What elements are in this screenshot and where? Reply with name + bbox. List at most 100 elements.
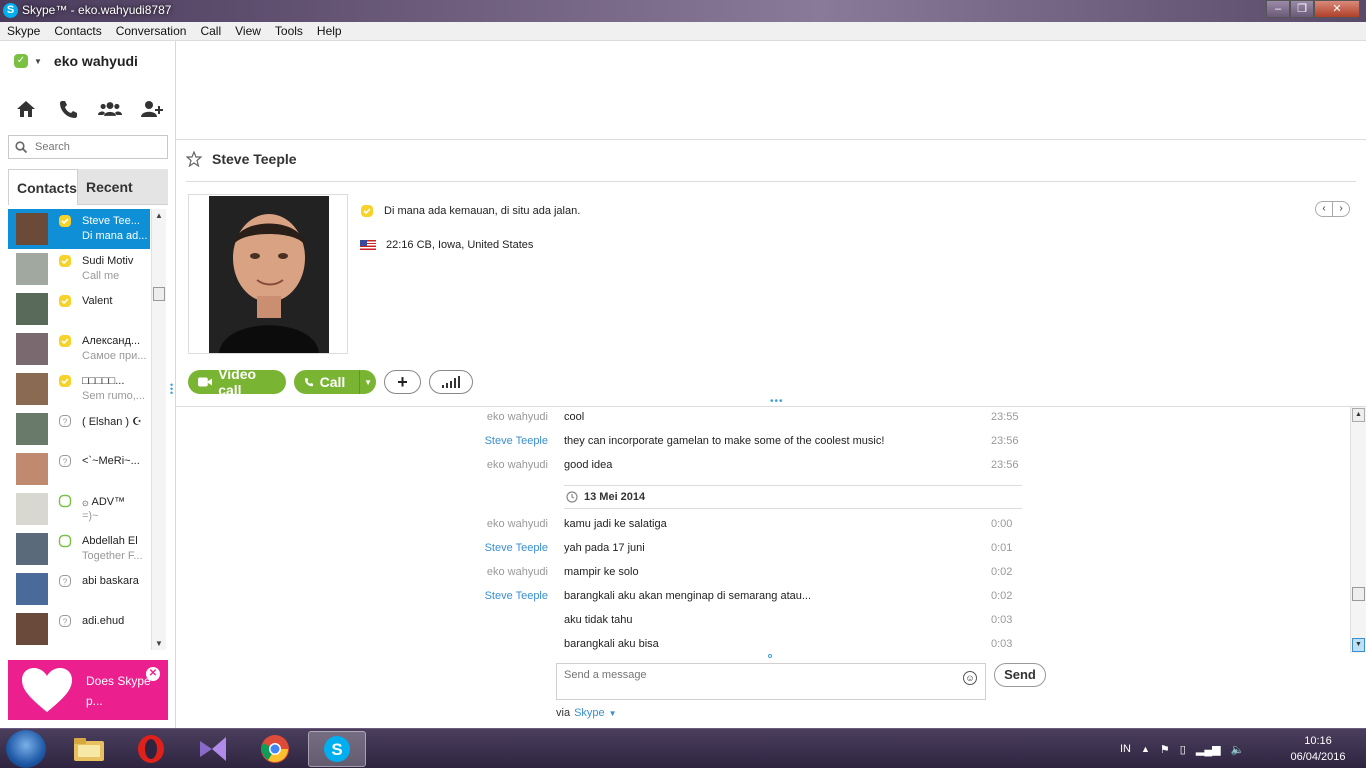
group-icon[interactable] <box>98 97 122 121</box>
search-box[interactable] <box>8 135 168 159</box>
contact-mood: Sem rumo,... <box>82 390 145 402</box>
compose-resize-handle[interactable] <box>768 654 772 658</box>
message-author[interactable]: Steve Teeple <box>485 590 548 602</box>
contact-mood-message: Di mana ada kemauan, di situ ada jalan. <box>384 205 581 217</box>
search-input[interactable] <box>35 139 163 155</box>
contact-list-item[interactable]: Abdellah El Together F... <box>8 529 150 569</box>
contact-list-item[interactable]: Valent <box>8 289 150 329</box>
contact-list-item[interactable]: Steve Tee... Di mana ad... <box>8 209 150 249</box>
chevron-down-icon[interactable]: ▼ <box>609 707 617 721</box>
tab-recent[interactable]: Recent <box>78 169 168 205</box>
add-to-conversation-button[interactable]: + <box>384 370 421 394</box>
contact-name: Sudi Motiv <box>82 255 134 267</box>
scroll-up-arrow-icon[interactable]: ▲ <box>1352 408 1365 422</box>
menu-call[interactable]: Call <box>193 22 228 40</box>
menu-skype[interactable]: Skype <box>0 22 47 40</box>
contact-name: Valent <box>82 295 113 307</box>
message-time: 0:02 <box>991 590 1013 602</box>
avatar <box>16 573 48 605</box>
contact-list-item[interactable]: Sudi Motiv Call me <box>8 249 150 289</box>
contact-list-item[interactable]: ? ( Elshan ) ☪ <box>8 409 150 449</box>
contact-mood: =)~ <box>82 510 99 522</box>
menu-contacts[interactable]: Contacts <box>47 22 108 40</box>
chat-scrollbar[interactable]: ▲ ▼ <box>1350 407 1366 653</box>
avatar <box>16 213 48 245</box>
minimize-button[interactable]: – <box>1266 0 1290 18</box>
menu-help[interactable]: Help <box>310 22 349 40</box>
show-hidden-icons-icon[interactable]: ▲ <box>1141 744 1150 754</box>
emoticon-icon[interactable]: ☺ <box>963 671 977 685</box>
divider <box>186 181 1356 182</box>
window-titlebar: S Skype™ - eko.wahyudi8787 – ❐ ✕ <box>0 0 1366 22</box>
contact-list-scrollbar[interactable]: ▲ ▼ <box>151 209 166 650</box>
message-input[interactable] <box>564 669 954 695</box>
language-indicator[interactable]: IN <box>1120 743 1131 755</box>
contact-list-item[interactable]: ۞ ADV™ =)~ <box>8 489 150 529</box>
chevron-down-icon[interactable]: ▼ <box>359 370 376 394</box>
add-contact-icon[interactable] <box>140 97 164 121</box>
tab-contacts[interactable]: Contacts <box>8 169 78 205</box>
scroll-down-arrow-icon[interactable]: ▼ <box>155 639 163 648</box>
profile-status-menu[interactable]: ✓ ▼ eko wahyudi <box>14 53 138 69</box>
message-time: 0:03 <box>991 638 1013 650</box>
chat-message: aku tidak tahu 0:03 <box>176 610 1350 634</box>
skype-taskbar-icon[interactable]: S <box>308 731 366 767</box>
top-banner-area <box>176 41 1366 140</box>
video-call-button[interactable]: Video call <box>188 366 286 398</box>
next-arrow-icon[interactable]: › <box>1333 202 1349 216</box>
scrollbar-thumb[interactable] <box>1352 587 1365 601</box>
power-icon[interactable]: ▯ <box>1180 743 1186 756</box>
favorite-star-icon[interactable] <box>186 151 202 167</box>
action-center-icon[interactable]: ⚑ <box>1160 743 1170 756</box>
message-author[interactable]: Steve Teeple <box>485 542 548 554</box>
message-text: barangkali aku akan menginap di semarang… <box>564 590 812 602</box>
contact-list-item[interactable]: ? <`~MeRi~... <box>8 449 150 489</box>
offline-status-icon: ? <box>59 415 71 427</box>
phone-icon[interactable] <box>56 97 80 121</box>
message-author[interactable]: Steve Teeple <box>485 435 548 447</box>
close-button[interactable]: ✕ <box>1314 0 1360 18</box>
message-text: yah pada 17 juni <box>564 542 645 554</box>
promo-banner[interactable]: Does Skype p... ✕ <box>8 660 168 720</box>
scroll-up-arrow-icon[interactable]: ▲ <box>155 211 163 220</box>
menu-view[interactable]: View <box>228 22 268 40</box>
scrollbar-thumb[interactable] <box>153 287 165 301</box>
contact-list-item[interactable]: ? abi baskara <box>8 569 150 609</box>
avatar <box>16 253 48 285</box>
via-service-selector[interactable]: Skype <box>574 707 605 721</box>
call-quality-button[interactable] <box>429 370 473 394</box>
start-button[interactable] <box>6 730 46 768</box>
sidebar: ✓ ▼ eko wahyudi Contacts Recent Steve Te… <box>0 41 176 728</box>
contact-list-item[interactable]: Александ... Самое при... <box>8 329 150 369</box>
skype-status-icon <box>59 375 71 387</box>
contact-location-row: 22:16 CB, Iowa, United States <box>360 239 533 251</box>
message-time: 23:56 <box>991 435 1019 447</box>
promo-close-button[interactable]: ✕ <box>146 667 160 681</box>
call-button[interactable]: Call ▼ <box>294 370 376 394</box>
contact-list-item[interactable]: □□□□□... Sem rumo,... <box>8 369 150 409</box>
chat-message: eko wahyudi kamu jadi ke salatiga 0:00 <box>176 514 1350 538</box>
online-status-icon: ✓ <box>14 54 28 68</box>
home-icon[interactable] <box>14 97 38 121</box>
offline-status-icon: ? <box>59 455 71 467</box>
previous-arrow-icon[interactable]: ‹ <box>1316 202 1333 216</box>
scroll-down-arrow-icon[interactable]: ▼ <box>1352 638 1365 652</box>
opera-taskbar-icon[interactable] <box>122 731 180 767</box>
send-button[interactable]: Send <box>994 663 1046 687</box>
contact-name: Александ... <box>82 335 141 347</box>
explorer-taskbar-icon[interactable] <box>60 731 118 767</box>
visual-studio-taskbar-icon[interactable] <box>184 731 242 767</box>
compose-box[interactable]: ☺ <box>556 663 986 700</box>
network-icon[interactable]: ▂▄▆ <box>1196 743 1221 756</box>
sidebar-resize-handle[interactable]: • • • <box>170 381 173 398</box>
maximize-button[interactable]: ❐ <box>1290 0 1314 18</box>
chat-message: barangkali aku bisa 0:03 <box>176 634 1350 653</box>
menu-conversation[interactable]: Conversation <box>109 22 194 40</box>
chrome-taskbar-icon[interactable] <box>246 731 304 767</box>
taskbar-clock[interactable]: 10:16 06/04/2016 <box>1278 733 1358 765</box>
contact-list-item[interactable]: ? adi.ehud <box>8 609 150 649</box>
contact-photo-frame <box>188 194 348 354</box>
menu-tools[interactable]: Tools <box>268 22 310 40</box>
volume-icon[interactable]: 🔈 <box>1231 743 1245 756</box>
skype-status-icon <box>361 205 373 217</box>
